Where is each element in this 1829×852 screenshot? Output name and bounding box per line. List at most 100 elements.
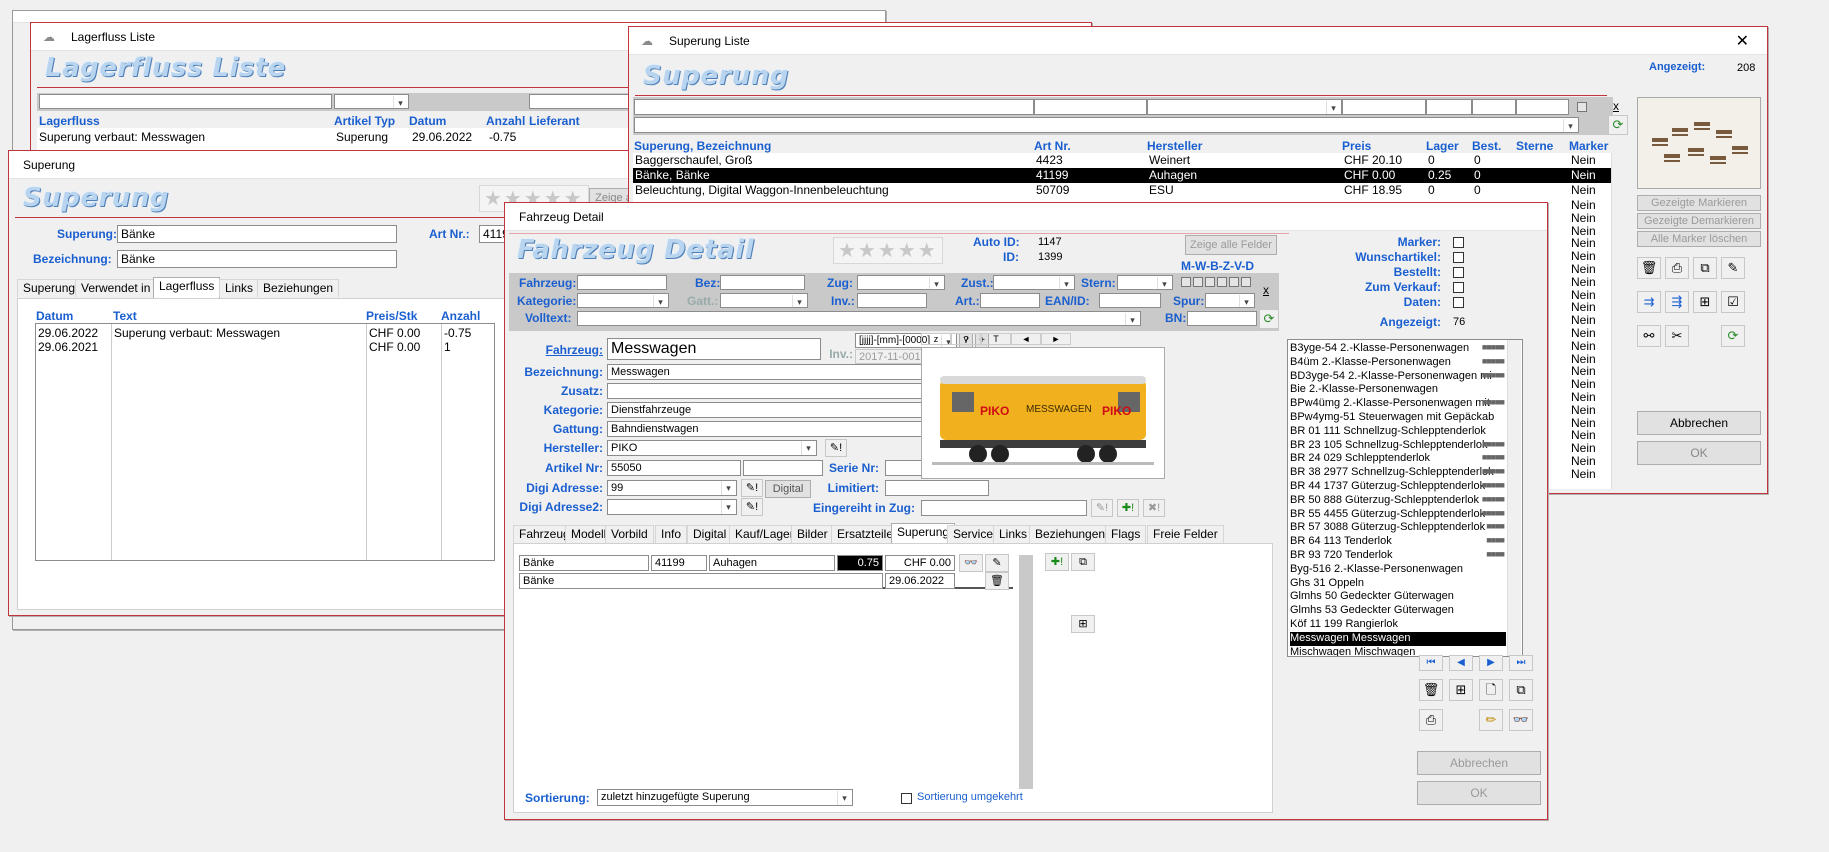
chevron-down-icon[interactable]: ▾ (1157, 277, 1171, 289)
filter-art[interactable] (980, 293, 1040, 308)
tab-digital[interactable]: Digital (687, 525, 733, 543)
hersteller-edit-icon[interactable]: ✎! (825, 439, 847, 457)
vehicle-list-scrollbar[interactable] (1507, 340, 1521, 656)
superung-row[interactable]: Bänke 41199 Auhagen 0.75 CHF 0.00 Bänke … (519, 554, 1013, 590)
table-row-selected[interactable]: Bänke, Bänke 41199 Auhagen CHF 0.00 0.25… (633, 168, 1618, 183)
print-icon[interactable]: ⎙ (1419, 709, 1443, 731)
sup-artnr[interactable]: 41199 (651, 555, 707, 571)
tree-icon[interactable]: ⊞ (1693, 291, 1717, 313)
gezeigte-markieren-button[interactable]: Gezeigte Markieren (1637, 195, 1761, 211)
copy-icon[interactable]: ⧉ (1693, 257, 1717, 279)
prev-record-icon[interactable]: ◀ (1449, 655, 1473, 671)
tab-kauf-lager[interactable]: Kauf/Lager (729, 525, 800, 543)
filter-toggle-icon[interactable] (1577, 102, 1587, 112)
tab-freie-felder[interactable]: Freie Felder (1147, 525, 1224, 543)
chevron-down-icon[interactable]: ▾ (837, 791, 851, 805)
list-item[interactable]: Byg-516 2.-Klasse-Personenwagen (1290, 563, 1506, 577)
list-item[interactable]: BPw4ymg-51 Steuerwagen mit Gepäckab (1290, 411, 1506, 425)
checkmark-icon[interactable]: ☑ (1721, 291, 1745, 313)
col-superung-bezeichnung[interactable]: Superung, Bezeichnung (634, 139, 771, 153)
filter-best[interactable] (1472, 99, 1516, 115)
lagerfluss-col-anzahl[interactable]: Anzahl (486, 114, 525, 128)
filter-kategorie[interactable]: ▾ (577, 293, 669, 308)
tab-links[interactable]: Links (993, 525, 1034, 543)
pencil-icon[interactable]: ✏ (1479, 709, 1503, 731)
table-row[interactable]: Superung verbaut: Messwagen Superung 29.… (37, 130, 657, 145)
lagerfluss-col-lieferant[interactable]: Lieferant (529, 114, 580, 128)
list-item[interactable]: Glmhs 53 Gedeckter Güterwagen (1290, 604, 1506, 618)
tab-superung[interactable]: Superung (17, 279, 82, 297)
sortierung-select[interactable]: zuletzt hinzugefügte Superung ▾ (597, 789, 853, 806)
tab-verwendet-in[interactable]: Verwendet in (75, 279, 157, 297)
list-item[interactable]: BR 57 3088 Güterzug-Schlepptenderlok ■■■■ (1290, 521, 1506, 535)
filter-spur[interactable]: ▾ (1205, 293, 1255, 308)
list-item[interactable]: Bie 2.-Klasse-Personenwagen (1290, 383, 1506, 397)
tab-beziehungen[interactable]: Beziehungen (1029, 525, 1112, 543)
list-item[interactable]: BPw4ümg 2.-Klasse-Personenwagen mit ■■■■■ (1290, 397, 1506, 411)
tools-icon[interactable]: ✂ (1665, 325, 1689, 347)
table-row[interactable]: 29.06.2021 CHF 0.00 1 (36, 340, 494, 355)
col-best[interactable]: Best. (1472, 139, 1501, 153)
abbrechen-button[interactable]: Abbrechen (1637, 411, 1761, 435)
kategorie-select[interactable]: Dienstfahrzeuge (607, 402, 957, 418)
col-marker[interactable]: Marker (1569, 139, 1608, 153)
lagerfluss-col-artikeltyp[interactable]: Artikel Typ (334, 114, 395, 128)
tab-lagerfluss[interactable]: Lagerfluss (153, 277, 221, 298)
list-item[interactable]: BR 38 2977 Schnellzug-Schlepptenderlok ■■… (1290, 466, 1506, 480)
volltext-filter[interactable]: ▾ (634, 117, 1579, 133)
list-item[interactable]: Messwagen Messwagen (1290, 631, 1506, 646)
edit-icon[interactable]: ✎ (1721, 257, 1745, 279)
vehicle-list[interactable]: B3yge-54 2.-Klasse-Personenwagen ■■■■■ B4ü… (1287, 339, 1523, 657)
sup-datum[interactable]: 29.06.2022 (885, 573, 955, 589)
filter-d-toggle[interactable] (1241, 277, 1251, 287)
zum-verkauf-checkbox[interactable] (1453, 282, 1464, 293)
lagerfluss-col-lagerfluss[interactable]: Lagerfluss (39, 114, 100, 128)
filter-bez[interactable] (720, 275, 805, 290)
chevron-down-icon[interactable]: ▾ (721, 500, 735, 514)
filter-apply-icon[interactable]: ⟳ (1608, 115, 1628, 135)
col-hersteller[interactable]: Hersteller (1147, 139, 1202, 153)
split-icon[interactable]: ⇶ (1665, 291, 1689, 313)
digi-adresse-select[interactable]: 99 (607, 480, 737, 496)
add-superung-icon[interactable]: ✚! (1045, 553, 1069, 571)
chevron-down-icon[interactable]: ▾ (1563, 119, 1577, 132)
filter-gatt[interactable]: ▾ (720, 293, 808, 308)
wunschartikel-checkbox[interactable] (1453, 252, 1464, 263)
lagerfluss-filter-input[interactable] (39, 94, 332, 109)
chevron-down-icon[interactable]: ▾ (653, 295, 667, 307)
refresh-icon[interactable]: ⟳ (1721, 325, 1745, 347)
list-item[interactable]: BR 24 029 Schlepptenderlok ■■■■■ (1290, 452, 1506, 466)
eingereiht-edit-icon[interactable]: ✎! (1091, 499, 1113, 517)
tab-flags[interactable]: Flags (1105, 525, 1147, 543)
digi-edit-icon[interactable]: ✎! (741, 479, 763, 497)
sup-hersteller[interactable]: Auhagen (709, 555, 835, 571)
digi-adresse2-select[interactable] (607, 499, 737, 515)
list-item[interactable]: BR 50 888 Güterzug-Schlepptenderlok ■■■■■ (1290, 494, 1506, 508)
superung-name-field[interactable]: Bänke (117, 225, 397, 243)
gattung-select[interactable]: Bahndienstwagen (607, 421, 957, 437)
lagerfluss-filter-combo[interactable]: ▾ (334, 94, 409, 109)
col-sterne[interactable]: Sterne (1516, 139, 1553, 153)
col-lager[interactable]: Lager (1426, 139, 1459, 153)
merge-icon[interactable]: ⇉ (1637, 291, 1661, 313)
tab-info[interactable]: Info (655, 525, 688, 543)
eingereiht-field[interactable] (921, 500, 1087, 516)
sortierung-umgekehrt-checkbox[interactable] (901, 793, 912, 804)
list-item[interactable]: BR 01 111 Schnellzug-Schlepptenderlok (1290, 425, 1506, 439)
tree-icon[interactable]: ⊞ (1449, 679, 1473, 701)
filter-fahrzeug[interactable] (577, 275, 667, 290)
sup-anzahl[interactable]: 0.75 (837, 555, 883, 571)
digi2-edit-icon[interactable]: ✎! (741, 498, 763, 516)
filter-stern[interactable]: ▾ (1117, 275, 1173, 290)
list-item[interactable]: BR 64 113 Tenderlok ■■■■ (1290, 535, 1506, 549)
delete-icon[interactable]: 🗑 (1419, 679, 1443, 701)
list-item[interactable]: Köf 11 199 Rangierlok (1290, 618, 1506, 632)
superung-lagerfluss-table[interactable]: 29.06.2022 Superung verbaut: Messwagen C… (35, 323, 495, 561)
glasses-icon[interactable]: 👓 (959, 554, 983, 572)
link-icon[interactable]: ⚯ (1637, 325, 1661, 347)
abbrechen-button[interactable]: Abbrechen (1417, 751, 1541, 775)
list-item[interactable]: BR 93 720 Tenderlok ■■■■ (1290, 549, 1506, 563)
chevron-down-icon[interactable]: ▾ (1326, 101, 1340, 114)
filter-volltext[interactable]: ▾ (577, 311, 1141, 326)
image-tab-z[interactable]: z (921, 333, 951, 345)
